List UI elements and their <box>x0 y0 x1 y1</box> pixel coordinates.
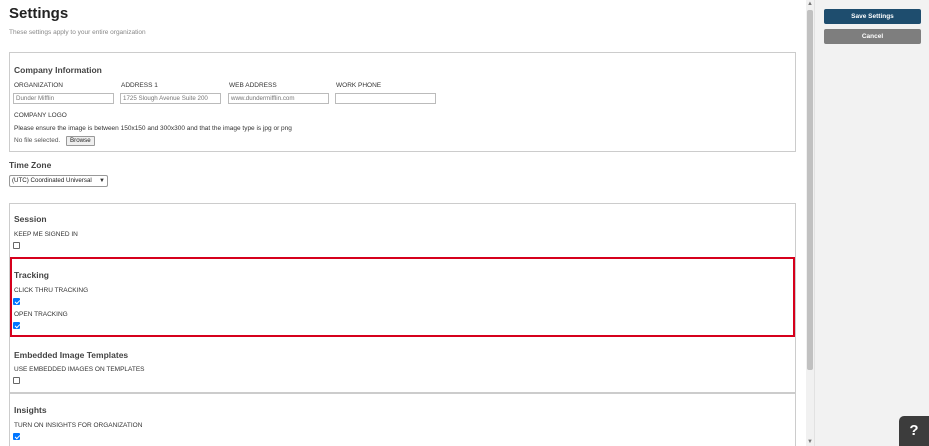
no-file-selected-text: No file selected. <box>14 137 61 144</box>
work-phone-label: WORK PHONE <box>336 82 382 89</box>
insights-panel <box>9 393 796 446</box>
help-button[interactable]: ? <box>899 416 929 446</box>
chevron-down-icon: ▼ <box>99 178 105 184</box>
web-address-input[interactable] <box>228 93 329 104</box>
work-phone-input[interactable] <box>335 93 436 104</box>
settings-main: Settings These settings apply to your en… <box>0 0 806 446</box>
scrollbar-thumb[interactable] <box>807 10 813 370</box>
company-logo-label: COMPANY LOGO <box>14 112 67 119</box>
tracking-highlight <box>10 257 795 337</box>
use-embedded-images-checkbox[interactable] <box>13 377 20 384</box>
turn-on-insights-label: TURN ON INSIGHTS FOR ORGANIZATION <box>14 422 143 429</box>
company-info-title: Company Information <box>14 65 102 75</box>
keep-signed-in-label: KEEP ME SIGNED IN <box>14 231 78 238</box>
web-address-label: WEB ADDRESS <box>229 82 277 89</box>
actions-sidebar: Save Settings Cancel ? <box>814 0 929 446</box>
address-label: ADDRESS 1 <box>121 82 158 89</box>
timezone-title: Time Zone <box>9 160 52 170</box>
timezone-selected-value: (UTC) Coordinated Universal <box>12 177 92 184</box>
main-scrollbar[interactable]: ▲ ▼ <box>806 0 814 446</box>
use-embedded-images-label: USE EMBEDDED IMAGES ON TEMPLATES <box>14 366 145 373</box>
page-subtitle: These settings apply to your entire orga… <box>9 29 146 36</box>
triangle-up-icon[interactable]: ▲ <box>806 0 814 8</box>
address-input[interactable] <box>120 93 221 104</box>
logo-hint-text: Please ensure the image is between 150x1… <box>14 125 292 132</box>
insights-title: Insights <box>14 405 47 415</box>
save-settings-button[interactable]: Save Settings <box>824 9 921 24</box>
organization-label: ORGANIZATION <box>14 82 63 89</box>
browse-button[interactable]: Browse <box>66 136 95 146</box>
turn-on-insights-checkbox[interactable] <box>13 433 20 440</box>
cancel-button[interactable]: Cancel <box>824 29 921 44</box>
keep-signed-in-checkbox[interactable] <box>13 242 20 249</box>
triangle-down-icon[interactable]: ▼ <box>806 438 814 446</box>
embedded-images-title: Embedded Image Templates <box>14 350 129 360</box>
timezone-select[interactable]: (UTC) Coordinated Universal ▼ <box>9 175 108 187</box>
session-title: Session <box>14 214 47 224</box>
page-title: Settings <box>9 5 69 22</box>
organization-input[interactable] <box>13 93 114 104</box>
